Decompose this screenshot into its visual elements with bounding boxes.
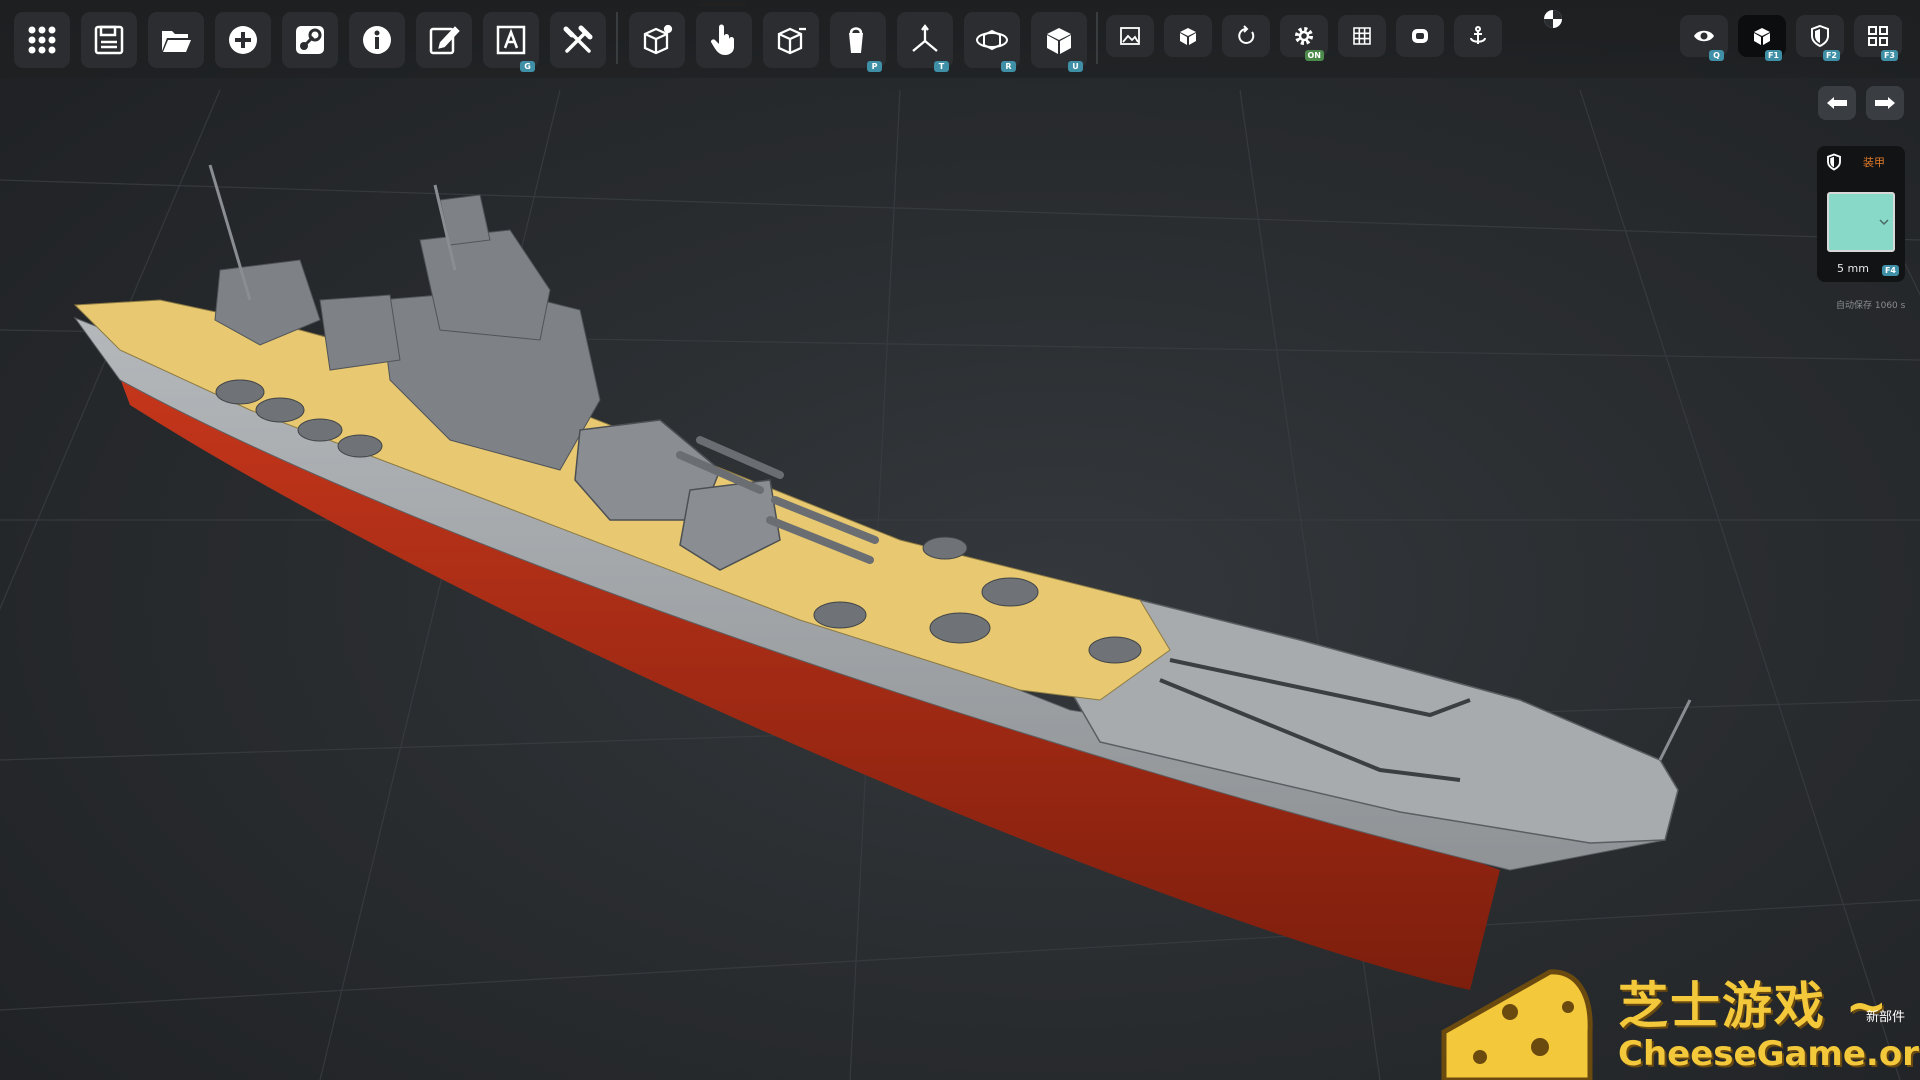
viewport-3d[interactable] xyxy=(0,0,1920,1080)
paint-bucket-icon xyxy=(849,27,863,53)
text-button[interactable]: G xyxy=(483,12,539,72)
shortcut-badge: F4 xyxy=(1881,265,1899,276)
solid-cube-icon xyxy=(1047,28,1071,54)
grid-toggle-button[interactable] xyxy=(1338,15,1386,57)
shortcut-badge: F3 xyxy=(1880,50,1898,61)
anchor-icon xyxy=(1470,26,1486,44)
shortcut-badge: U xyxy=(1068,61,1083,72)
build-mode-button[interactable]: F1 xyxy=(1738,15,1786,61)
shortcut-badge: T xyxy=(934,61,949,72)
rotate-cube-icon xyxy=(976,29,1008,51)
rotate-button[interactable]: R xyxy=(964,12,1020,72)
solid-view-button[interactable]: U xyxy=(1031,12,1087,72)
remove-part-cube-icon xyxy=(777,27,806,55)
move-axes-icon xyxy=(912,24,938,52)
gear-icon xyxy=(1295,27,1313,45)
armor-thickness: 5 mm xyxy=(1837,262,1869,275)
grid-icon xyxy=(1353,27,1371,45)
save-icon xyxy=(94,25,124,55)
shortcut-badge: G xyxy=(520,61,535,72)
toolbar-separator xyxy=(1096,12,1098,64)
settings-button[interactable]: ON xyxy=(1280,15,1328,61)
move-button[interactable]: T xyxy=(897,12,953,72)
arrow-right-icon xyxy=(1875,97,1895,109)
cube-view-icon xyxy=(1754,28,1770,45)
watermark-url: CheeseGame.org xyxy=(1618,1034,1920,1074)
redo-button[interactable] xyxy=(1866,86,1904,120)
armor-shield-icon xyxy=(1827,153,1841,171)
add-part-button[interactable] xyxy=(629,12,685,68)
shortcut-badge: Q xyxy=(1709,50,1724,61)
remove-part-button[interactable] xyxy=(763,12,819,68)
status-badge: ON xyxy=(1304,50,1324,61)
shortcut-badge: F1 xyxy=(1764,50,1782,61)
refresh-icon xyxy=(1238,25,1255,44)
shortcut-badge: P xyxy=(867,61,882,72)
part-view-button[interactable] xyxy=(1164,15,1212,57)
shortcut-badge: F2 xyxy=(1822,50,1840,61)
open-folder-icon xyxy=(162,31,191,52)
open-button[interactable] xyxy=(148,12,204,68)
info-button[interactable] xyxy=(349,12,405,68)
add-button[interactable] xyxy=(215,12,271,68)
add-circle-icon xyxy=(229,26,257,54)
grid-menu-icon xyxy=(28,26,56,54)
tools-button[interactable] xyxy=(550,12,606,68)
screenshot-button[interactable] xyxy=(1106,15,1154,57)
text-a-icon xyxy=(496,25,526,55)
reset-button[interactable] xyxy=(1222,15,1270,57)
small-cube-icon xyxy=(1180,28,1196,45)
workshop-button[interactable] xyxy=(282,12,338,68)
game-window: G P T R U ON Q F1 F2 F3 装甲 5 mm F4 自动保存 … xyxy=(0,0,1920,1080)
autosave-status: 自动保存 1060 s xyxy=(1836,301,1906,311)
armor-shield-icon xyxy=(1811,24,1829,48)
shortcut-badge: R xyxy=(1001,61,1016,72)
armor-panel: 装甲 5 mm F4 xyxy=(1817,146,1905,282)
select-button[interactable] xyxy=(696,12,752,68)
steam-icon xyxy=(296,26,324,54)
armor-mode-button[interactable]: F2 xyxy=(1796,15,1844,61)
image-icon xyxy=(1120,27,1140,45)
cheese-logo xyxy=(1441,969,1593,1080)
layout-grid-icon xyxy=(1868,26,1888,46)
record-icon xyxy=(1412,29,1428,43)
paint-button[interactable]: P xyxy=(830,12,886,72)
new-part-label[interactable]: 新部件 xyxy=(1866,1006,1905,1025)
arrow-left-icon xyxy=(1827,97,1847,109)
record-button[interactable] xyxy=(1396,15,1444,57)
armor-color-swatch[interactable] xyxy=(1827,192,1895,252)
undo-button[interactable] xyxy=(1818,86,1856,120)
add-part-cube-icon xyxy=(643,24,673,55)
anchor-button[interactable] xyxy=(1454,15,1502,57)
chevron-down-icon xyxy=(1879,219,1889,226)
toolbar-separator xyxy=(616,12,618,64)
hand-select-icon xyxy=(710,24,735,55)
armor-title: 装甲 xyxy=(1863,156,1885,169)
main-menu-button[interactable] xyxy=(14,12,70,68)
top-toolbar: G P T R U ON Q F1 F2 F3 xyxy=(0,0,1920,78)
battleship-model[interactable] xyxy=(73,164,1692,990)
info-icon xyxy=(363,26,391,54)
eye-icon xyxy=(1694,30,1714,42)
visibility-button[interactable]: Q xyxy=(1680,15,1728,61)
tools-icon xyxy=(563,25,593,53)
layout-button[interactable]: F3 xyxy=(1854,15,1902,61)
edit-icon xyxy=(429,26,460,55)
edit-button[interactable] xyxy=(416,12,472,68)
watermark-title: 芝士游戏 ~ xyxy=(1618,977,1890,1035)
center-of-mass-icon[interactable] xyxy=(1542,8,1564,30)
save-button[interactable] xyxy=(81,12,137,68)
